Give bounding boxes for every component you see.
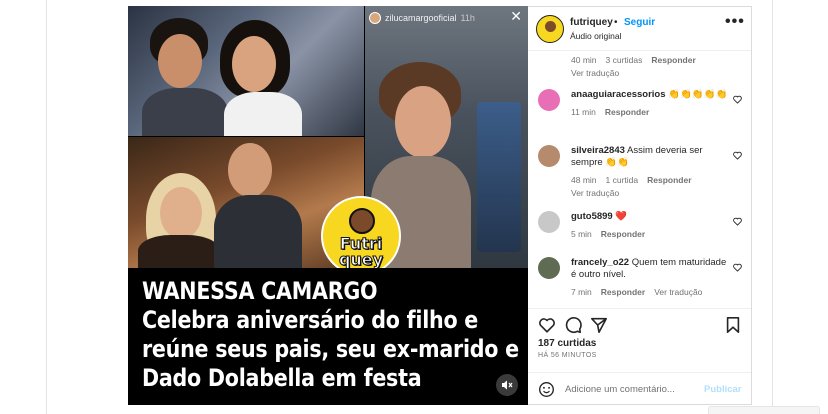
comment-time: 48 min — [571, 175, 597, 185]
comment-text: silveira2843 Assim deveria ser sempre 👏👏 — [571, 145, 731, 169]
story-time: 11h — [460, 13, 475, 23]
comment-meta: 5 min Responder — [571, 229, 731, 239]
comment-username[interactable]: francely_o22 — [571, 257, 629, 268]
avatar[interactable] — [538, 145, 560, 167]
more-options-icon[interactable]: ••• — [725, 13, 745, 31]
face-shape — [228, 143, 272, 197]
story-header: zilucamargooficial 11h — [369, 10, 475, 26]
comment-icon[interactable] — [564, 316, 582, 334]
caption-line: reúne seus pais, seu ex-marido e — [142, 335, 519, 363]
avatar[interactable] — [538, 89, 560, 111]
story-username[interactable]: zilucamargooficial — [385, 13, 457, 23]
reply-button[interactable]: Responder — [605, 107, 649, 117]
face-shape — [158, 34, 202, 88]
post-username[interactable]: futriquey — [570, 17, 613, 28]
post-actions: 187 curtidas HÁ 56 MINUTOS — [528, 308, 751, 372]
comment-username[interactable]: guto5899 — [571, 211, 613, 222]
reply-button[interactable]: Responder — [601, 287, 645, 297]
heart-icon[interactable] — [538, 316, 556, 334]
translate-link[interactable]: Ver tradução — [654, 287, 702, 297]
comment-meta: 7 min Responder Ver tradução — [571, 287, 731, 297]
comment-input[interactable] — [565, 384, 695, 395]
comment-content: ❤️ — [615, 211, 628, 222]
body-shape — [138, 235, 220, 268]
reply-button[interactable]: Responder — [651, 55, 695, 65]
comment-likes[interactable]: 1 curtida — [606, 175, 639, 185]
photo-couple — [128, 6, 364, 136]
share-icon[interactable] — [590, 316, 608, 334]
comment-body: silveira2843 Assim deveria ser sempre 👏👏… — [571, 145, 731, 198]
emoji-icon[interactable] — [538, 381, 555, 398]
separator-dot: • — [614, 17, 618, 28]
comment-username[interactable]: anaaguiaracessorios — [571, 89, 666, 100]
comment-time: 11 min — [571, 107, 596, 117]
close-icon[interactable]: ✕ — [510, 9, 522, 23]
reply-button[interactable]: Responder — [601, 229, 645, 239]
translate-link[interactable]: Ver tradução — [571, 68, 731, 78]
page-corner-tab — [708, 406, 820, 414]
heart-icon[interactable] — [733, 151, 742, 160]
body-shape — [214, 195, 302, 268]
comment-username[interactable]: silveira2843 — [571, 145, 625, 156]
comment-composer: Publicar — [528, 372, 751, 405]
comment-body: guto5899 ❤️ 5 min Responder — [571, 211, 731, 239]
comment-body: francely_o22 Quem tem maturidade é outro… — [571, 257, 731, 297]
comment-text: francely_o22 Quem tem maturidade é outro… — [571, 257, 731, 281]
comment-time: 5 min — [571, 229, 592, 239]
publish-button[interactable]: Publicar — [704, 384, 742, 395]
body-shape — [224, 92, 302, 136]
comment-time: 7 min — [571, 287, 592, 297]
caption-headline: WANESSA CAMARGO — [142, 277, 378, 305]
media-caption: WANESSA CAMARGO Celebra aniversário do f… — [128, 268, 528, 405]
story-avatar[interactable] — [369, 12, 381, 24]
bookmark-icon[interactable] — [724, 316, 742, 334]
comment-meta: 40 min 3 curtidas Responder — [571, 55, 731, 65]
post-age: HÁ 56 MINUTOS — [538, 352, 597, 359]
face-shape — [395, 86, 451, 158]
comment-meta: 48 min 1 curtida Responder — [571, 175, 731, 185]
caption-line: Celebra aniversário do filho e — [142, 306, 479, 334]
comments-list[interactable]: 40 min 3 curtidas Responder Ver tradução… — [528, 51, 751, 308]
comment-time: 40 min — [571, 55, 597, 65]
background-shape — [477, 102, 521, 252]
logo-face-icon — [349, 208, 375, 234]
comment-text: guto5899 ❤️ — [571, 211, 731, 223]
comment-body: anaaguiaracessorios 👏👏👏👏👏 11 min Respond… — [571, 89, 731, 117]
comment-body: 40 min 3 curtidas Responder Ver tradução — [571, 55, 731, 78]
comment-likes[interactable]: 3 curtidas — [606, 55, 643, 65]
heart-icon[interactable] — [733, 95, 742, 104]
speaker-muted-icon[interactable] — [496, 374, 518, 396]
comment-content: 👏👏👏👏👏 — [668, 89, 728, 100]
comment-text: anaaguiaracessorios 👏👏👏👏👏 — [571, 89, 731, 101]
translate-link[interactable]: Ver tradução — [571, 188, 731, 198]
post-header: futriquey • Seguir Áudio original ••• — [528, 7, 751, 51]
face-shape — [232, 36, 276, 92]
body-shape — [142, 88, 228, 136]
page-divider-right — [772, 0, 773, 414]
caption-line: Dado Dolabella em festa — [142, 364, 422, 392]
post-sidebar: futriquey • Seguir Áudio original ••• 40… — [528, 6, 752, 405]
speaker-muted-glyph — [502, 380, 513, 390]
avatar[interactable] — [538, 211, 560, 233]
follow-button[interactable]: Seguir — [624, 17, 655, 28]
page-divider-left — [46, 0, 47, 414]
avatar[interactable] — [536, 15, 564, 43]
comment-meta: 11 min Responder — [571, 107, 731, 117]
futriquey-logo: Futri quey — [321, 196, 401, 276]
post-media[interactable]: zilucamargooficial 11h ✕ Futri quey WANE… — [128, 6, 528, 405]
logo-text-bottom: quey — [338, 250, 384, 269]
avatar[interactable] — [538, 257, 560, 279]
reply-button[interactable]: Responder — [647, 175, 691, 185]
face-shape — [160, 187, 202, 239]
heart-icon[interactable] — [733, 217, 742, 226]
likes-count[interactable]: 187 curtidas — [538, 338, 596, 349]
audio-link[interactable]: Áudio original — [570, 31, 622, 41]
heart-icon[interactable] — [733, 263, 742, 272]
